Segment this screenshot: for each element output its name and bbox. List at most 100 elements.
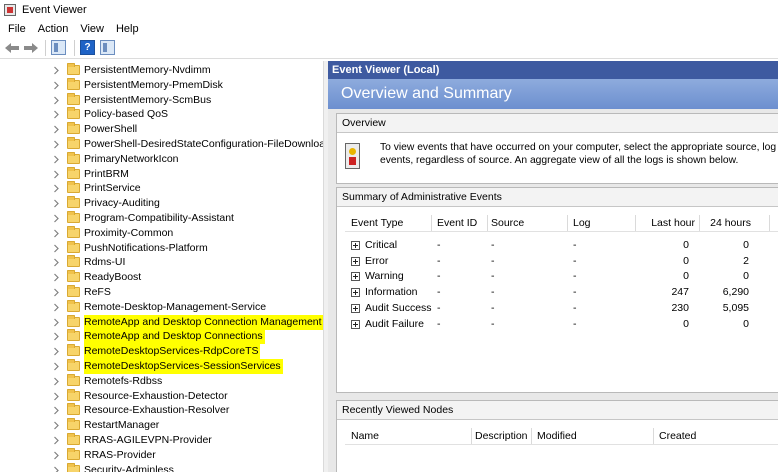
expand-plus-icon[interactable] bbox=[351, 256, 360, 266]
col-name[interactable]: Name bbox=[351, 427, 379, 445]
tree-item[interactable]: RRAS-Provider bbox=[0, 447, 323, 463]
expand-plus-icon[interactable] bbox=[351, 241, 360, 250]
expand-plus-icon[interactable] bbox=[351, 319, 360, 329]
col-modified[interactable]: Modified bbox=[537, 427, 577, 445]
tree-item[interactable]: Remote-Desktop-Management-Service bbox=[0, 299, 323, 315]
tree-item[interactable]: RestartManager bbox=[0, 418, 323, 433]
expand-plus-icon[interactable] bbox=[351, 288, 360, 298]
col-created[interactable]: Created bbox=[659, 427, 696, 445]
tree-item[interactable]: PrintBRM bbox=[0, 166, 323, 182]
chevron-right-icon[interactable] bbox=[53, 257, 62, 268]
expand-plus-icon[interactable] bbox=[351, 272, 360, 282]
chevron-right-icon[interactable] bbox=[53, 183, 62, 194]
chevron-right-icon[interactable] bbox=[53, 302, 62, 313]
tree-item[interactable]: Resource-Exhaustion-Resolver bbox=[0, 403, 323, 418]
tree-item[interactable]: PrimaryNetworkIcon bbox=[0, 151, 323, 167]
chevron-right-icon[interactable] bbox=[53, 80, 62, 91]
col-event-id[interactable]: Event ID bbox=[437, 214, 477, 232]
tree-item[interactable]: RemoteApp and Desktop Connections bbox=[0, 329, 323, 345]
tree-item[interactable]: RemoteApp and Desktop Connection Managem… bbox=[0, 314, 323, 330]
tree-item[interactable]: RemoteDesktopServices-RdpCoreTS bbox=[0, 344, 323, 360]
chevron-right-icon[interactable] bbox=[53, 331, 62, 342]
col-log[interactable]: Log bbox=[573, 214, 591, 232]
back-button[interactable] bbox=[4, 40, 20, 56]
tree-item[interactable]: RRAS-AGILEVPN-Provider bbox=[0, 433, 323, 448]
summary-row[interactable]: Audit Success - - -230 5,095 bbox=[345, 301, 778, 316]
col-last-hour[interactable]: Last hour bbox=[641, 214, 695, 232]
column-divider[interactable] bbox=[653, 428, 654, 444]
chevron-right-icon[interactable] bbox=[53, 376, 62, 387]
chevron-right-icon[interactable] bbox=[53, 109, 62, 120]
chevron-right-icon[interactable] bbox=[53, 139, 62, 150]
col-24-hours[interactable]: 24 hours bbox=[703, 214, 751, 232]
console-tree[interactable]: PersistentMemory-Nvdimm PersistentMemory-… bbox=[0, 61, 323, 472]
summary-row[interactable]: Critical - - - 0 0 bbox=[345, 238, 778, 253]
summary-row[interactable]: Information - - - 247 6,290 bbox=[345, 285, 778, 300]
expand-plus-icon[interactable] bbox=[351, 303, 360, 313]
menu-help[interactable]: Help bbox=[110, 23, 145, 35]
chevron-right-icon[interactable] bbox=[53, 405, 62, 416]
chevron-right-icon[interactable] bbox=[53, 65, 62, 76]
tree-item[interactable]: PushNotifications-Platform bbox=[0, 240, 323, 256]
tree-item[interactable]: Rdms-UI bbox=[0, 255, 323, 270]
chevron-right-icon[interactable] bbox=[53, 243, 62, 254]
tree-item[interactable]: Program-Compatibility-Assistant bbox=[0, 211, 323, 226]
tree-item[interactable]: PersistentMemory-Nvdimm bbox=[0, 63, 323, 78]
chevron-right-icon[interactable] bbox=[53, 420, 62, 431]
forward-button[interactable] bbox=[23, 40, 39, 56]
column-divider[interactable] bbox=[699, 215, 700, 231]
show-hide-console-tree-icon[interactable] bbox=[51, 40, 66, 55]
tree-item[interactable]: Proximity-Common bbox=[0, 225, 323, 241]
chevron-right-icon[interactable] bbox=[53, 198, 62, 209]
chevron-right-icon[interactable] bbox=[53, 435, 62, 446]
menu-action[interactable]: Action bbox=[32, 23, 75, 35]
tree-item[interactable]: Security-Adminless bbox=[0, 462, 323, 472]
tree-item[interactable]: ReFS bbox=[0, 285, 323, 300]
column-divider[interactable] bbox=[567, 215, 568, 231]
chevron-right-icon[interactable] bbox=[53, 213, 62, 224]
column-divider[interactable] bbox=[431, 215, 432, 231]
column-divider[interactable] bbox=[769, 215, 770, 231]
column-divider[interactable] bbox=[635, 215, 636, 231]
tree-item[interactable]: Resource-Exhaustion-Detector bbox=[0, 388, 323, 404]
chevron-right-icon[interactable] bbox=[53, 317, 62, 328]
overview-panel-title[interactable]: Overview bbox=[337, 114, 778, 133]
tree-item[interactable]: PersistentMemory-ScmBus bbox=[0, 92, 323, 108]
chevron-right-icon[interactable] bbox=[53, 287, 62, 298]
tree-item[interactable]: PrintService bbox=[0, 181, 323, 196]
col-event-type[interactable]: Event Type bbox=[351, 214, 403, 232]
tree-item[interactable]: Remotefs-Rdbss bbox=[0, 373, 323, 389]
tree-item[interactable]: ReadyBoost bbox=[0, 270, 323, 285]
tree-item[interactable]: PowerShell bbox=[0, 122, 323, 137]
summary-panel-title[interactable]: Summary of Administrative Events bbox=[337, 188, 778, 207]
chevron-right-icon[interactable] bbox=[53, 450, 62, 461]
menu-view[interactable]: View bbox=[74, 23, 110, 35]
chevron-right-icon[interactable] bbox=[53, 124, 62, 135]
col-source[interactable]: Source bbox=[491, 214, 524, 232]
chevron-right-icon[interactable] bbox=[53, 361, 62, 372]
summary-row[interactable]: Error - - - 0 2 bbox=[345, 254, 778, 269]
tree-item[interactable]: Privacy-Auditing bbox=[0, 196, 323, 211]
chevron-right-icon[interactable] bbox=[53, 346, 62, 357]
chevron-right-icon[interactable] bbox=[53, 154, 62, 165]
show-hide-action-pane-icon[interactable] bbox=[100, 40, 115, 55]
column-divider[interactable] bbox=[531, 428, 532, 444]
chevron-right-icon[interactable] bbox=[53, 228, 62, 239]
chevron-right-icon[interactable] bbox=[53, 465, 62, 472]
chevron-right-icon[interactable] bbox=[53, 272, 62, 283]
help-icon[interactable]: ? bbox=[80, 40, 95, 55]
column-divider[interactable] bbox=[487, 215, 488, 231]
tree-item[interactable]: PersistentMemory-PmemDisk bbox=[0, 77, 323, 93]
col-description[interactable]: Description bbox=[475, 427, 528, 445]
tree-item[interactable]: RemoteDesktopServices-SessionServices bbox=[0, 359, 323, 374]
chevron-right-icon[interactable] bbox=[53, 95, 62, 106]
recently-viewed-title[interactable]: Recently Viewed Nodes bbox=[337, 401, 778, 420]
chevron-right-icon[interactable] bbox=[53, 391, 62, 402]
tree-item[interactable]: PowerShell-DesiredStateConfiguration-Fil… bbox=[0, 137, 323, 152]
summary-row[interactable]: Warning - - - 0 0 bbox=[345, 269, 778, 284]
menu-file[interactable]: File bbox=[2, 23, 32, 35]
chevron-right-icon[interactable] bbox=[53, 169, 62, 180]
tree-item[interactable]: Policy-based QoS bbox=[0, 107, 323, 122]
column-divider[interactable] bbox=[471, 428, 472, 444]
summary-row[interactable]: Audit Failure - - -0 0 bbox=[345, 317, 778, 332]
